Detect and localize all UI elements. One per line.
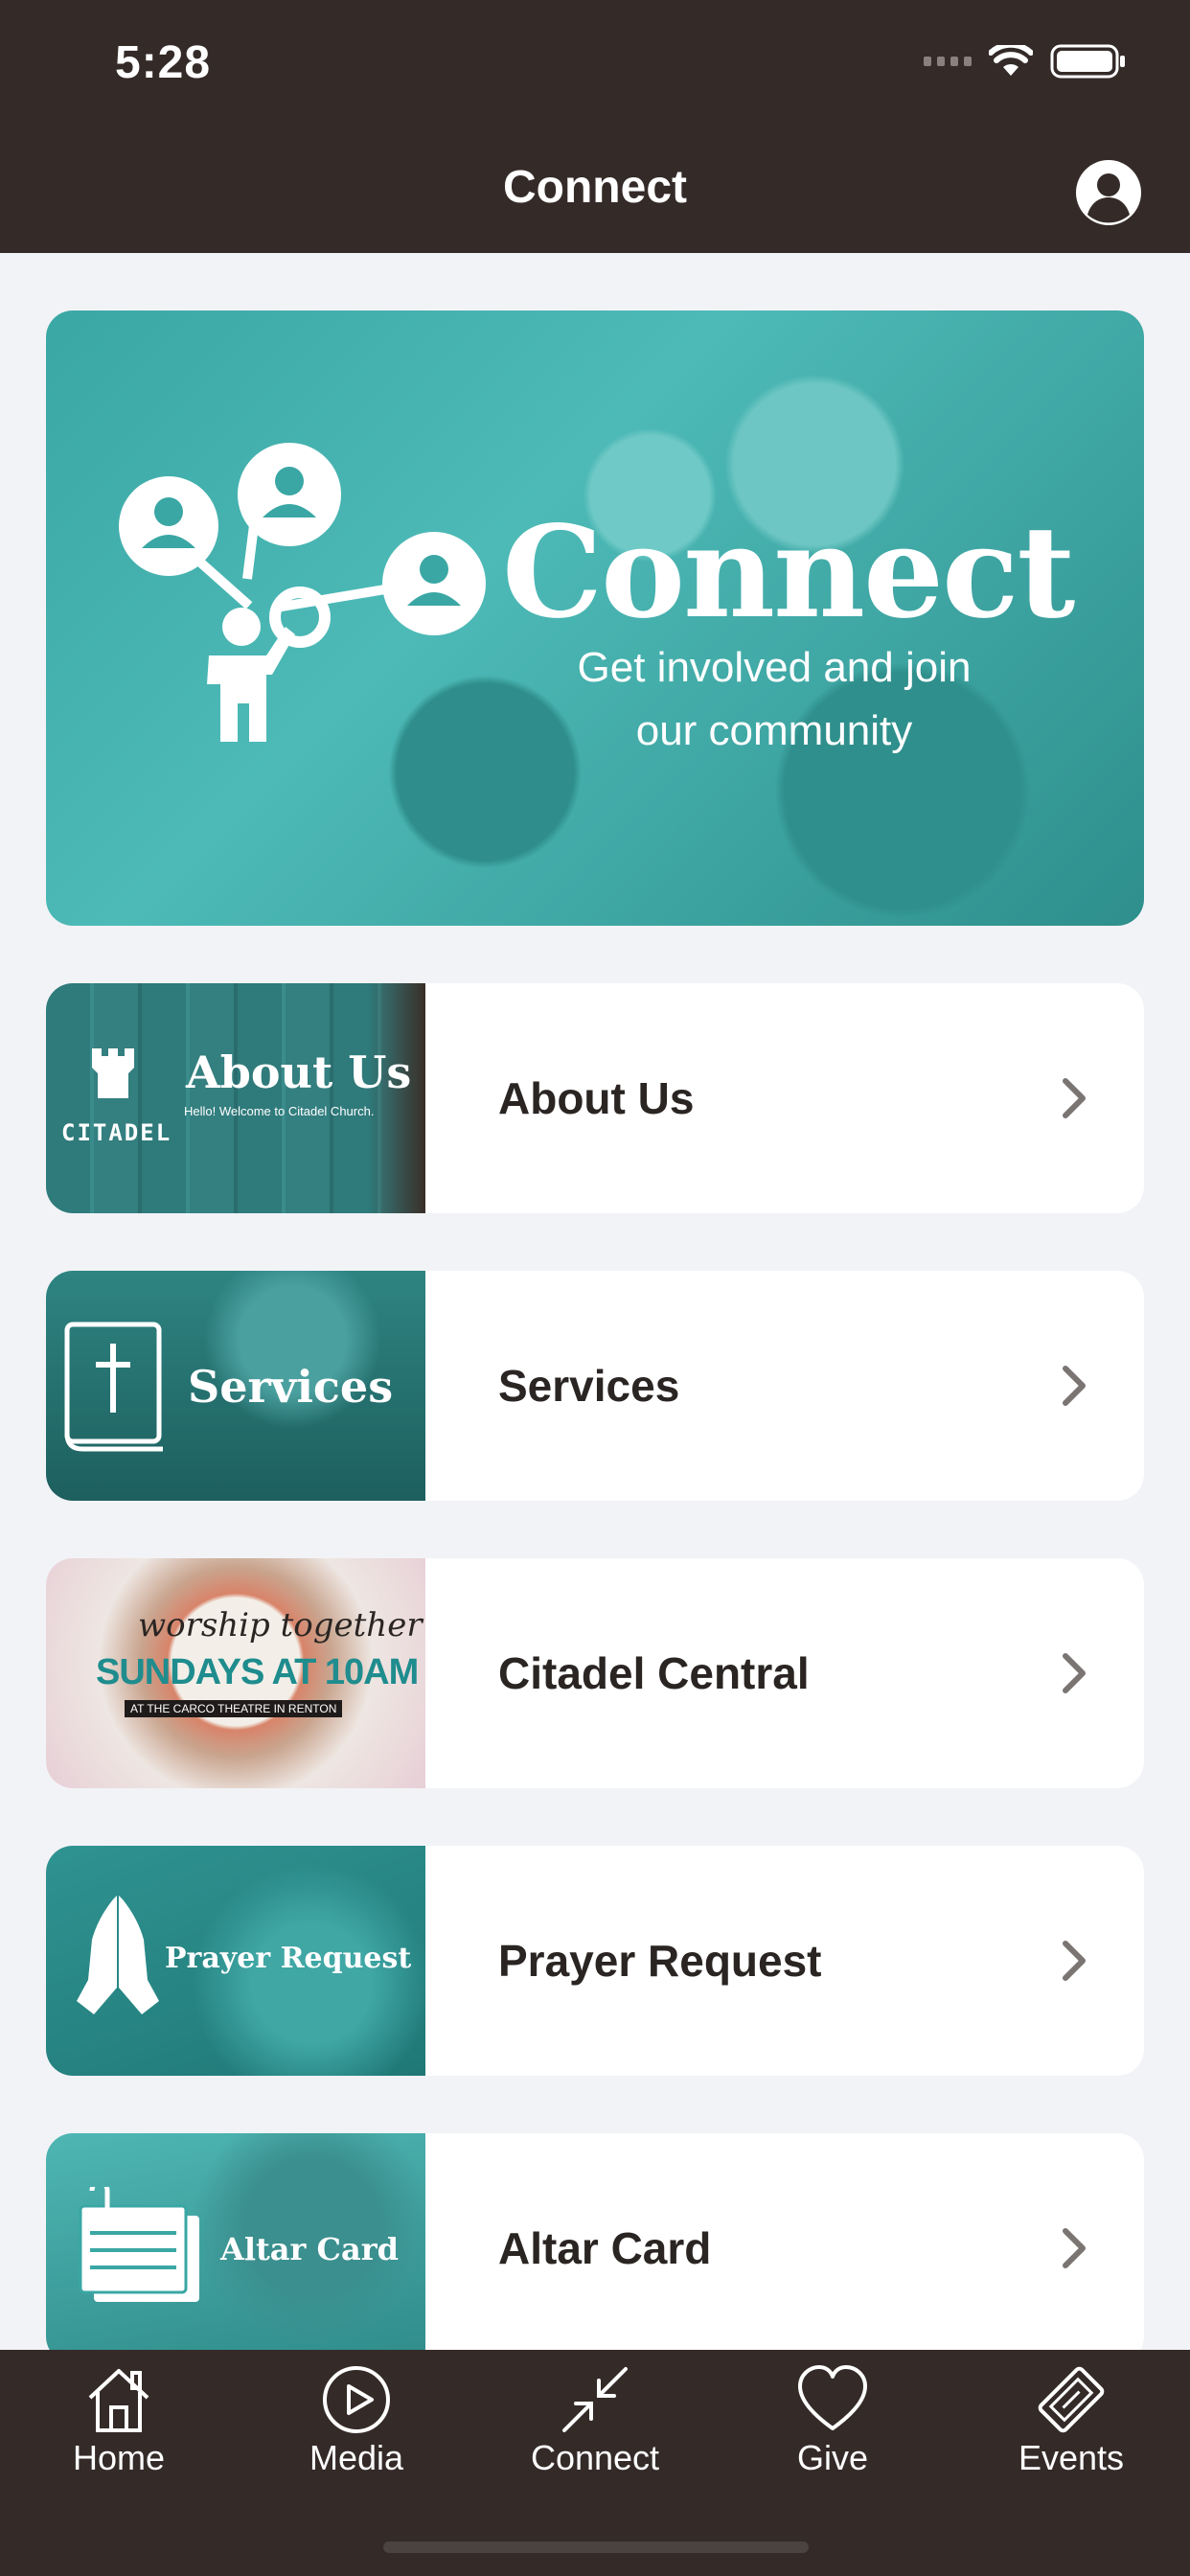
altar-card-thumbnail: Altar Card (46, 2133, 425, 2363)
tab-connect[interactable]: Connect (476, 2350, 714, 2503)
card-label: Citadel Central (498, 1648, 810, 1698)
card-label: About Us (498, 1073, 695, 1123)
thumb-subtitle: AT THE CARCO THEATRE IN RENTON (125, 1700, 343, 1717)
services-thumbnail: Services (46, 1271, 425, 1501)
citadel-central-thumbnail: worship together SUNDAYS AT 10AM AT THE … (46, 1558, 425, 1788)
tab-give[interactable]: Give (714, 2350, 951, 2503)
tab-label: Media (309, 2438, 404, 2477)
ticket-icon (1038, 2366, 1105, 2433)
card-label: Services (498, 1361, 680, 1411)
cellular-signal-icon (924, 57, 972, 66)
tab-events[interactable]: Events (952, 2350, 1190, 2503)
thumb-script: worship together (138, 1606, 423, 1644)
praying-hands-icon (77, 1896, 159, 2014)
hero-subtitle-line-2: our community (635, 707, 913, 754)
hero-subtitle-line-1: Get involved and join (577, 644, 972, 691)
hero-subtitle: Get involved and join our community (525, 636, 1023, 763)
card-altar-card[interactable]: Altar Card Altar Card (46, 2133, 1144, 2363)
chevron-right-icon (1063, 1366, 1086, 1406)
card-citadel-central[interactable]: worship together SUNDAYS AT 10AM AT THE … (46, 1558, 1144, 1788)
home-indicator (383, 2542, 809, 2553)
heart-icon (798, 2365, 867, 2430)
tab-label: Home (72, 2438, 166, 2477)
thumb-title: Services (188, 1361, 394, 1413)
network-people-icon (119, 443, 486, 742)
thumb-subtitle: Hello! Welcome to Citadel Church. (184, 1104, 375, 1118)
chevron-right-icon (1063, 1653, 1086, 1693)
tab-media[interactable]: Media (238, 2350, 475, 2503)
bible-icon (64, 1322, 163, 1452)
clipboard-icon (79, 2187, 199, 2302)
about-us-thumbnail: CITADEL About Us Hello! Welcome to Citad… (46, 983, 425, 1213)
card-label: Prayer Request (498, 1936, 822, 1986)
tab-label: Connect (530, 2438, 660, 2477)
prayer-request-thumbnail: Prayer Request (46, 1846, 425, 2076)
connect-icon (562, 2367, 628, 2432)
card-services[interactable]: Services Services (46, 1271, 1144, 1501)
chevron-right-icon (1063, 1078, 1086, 1118)
card-label: Altar Card (498, 2223, 712, 2273)
chevron-right-icon (1063, 1941, 1086, 1981)
card-about-us[interactable]: CITADEL About Us Hello! Welcome to Citad… (46, 983, 1144, 1213)
home-icon (88, 2369, 149, 2432)
wifi-icon (989, 45, 1033, 76)
thumb-title: Prayer Request (165, 1942, 412, 1975)
tab-label: Events (1018, 2438, 1125, 2477)
card-prayer-request[interactable]: Prayer Request Prayer Request (46, 1846, 1144, 2076)
hero-title: Connect (502, 498, 1075, 647)
tab-label: Give (796, 2438, 869, 2477)
app-header: 5:28 Connect (0, 0, 1190, 253)
page-title: Connect (503, 162, 687, 213)
status-time: 5:28 (115, 37, 212, 88)
thumb-title: About Us (186, 1046, 412, 1098)
chevron-right-icon (1063, 2228, 1086, 2268)
thumb-title: Altar Card (220, 2231, 399, 2267)
play-icon (323, 2366, 390, 2433)
status-icons (924, 44, 1127, 79)
castle-icon (92, 1048, 134, 1098)
thumb-title: SUNDAYS AT 10AM (96, 1652, 419, 1692)
connect-hero-banner[interactable]: Connect Get involved and join our commun… (46, 310, 1144, 926)
thumb-brand: CITADEL (61, 1119, 172, 1146)
battery-icon (1050, 44, 1125, 79)
profile-icon[interactable] (1075, 159, 1142, 226)
tab-home[interactable]: Home (0, 2350, 238, 2503)
